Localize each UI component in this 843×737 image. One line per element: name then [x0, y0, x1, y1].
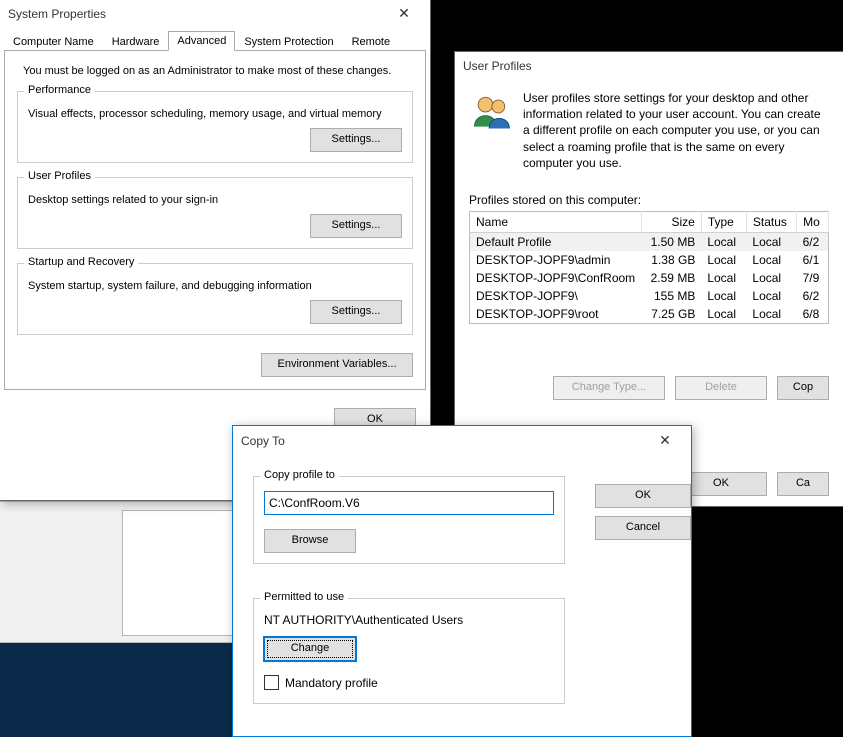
cell-size: 7.25 GB [641, 305, 701, 324]
close-icon[interactable]: ✕ [384, 3, 424, 25]
group-performance: Performance Visual effects, processor sc… [17, 91, 413, 163]
cell-name: Default Profile [470, 232, 642, 251]
close-icon[interactable]: ✕ [645, 430, 685, 452]
window-copy-to: Copy To ✕ Copy profile to Browse Permitt… [232, 425, 692, 737]
group-copy-profile-to: Copy profile to Browse [253, 476, 565, 564]
background-panel [122, 510, 234, 636]
table-row[interactable]: DESKTOP-JOPF9\ConfRoom2.59 MBLocalLocal7… [470, 269, 829, 287]
permitted-value: NT AUTHORITY\Authenticated Users [264, 613, 554, 627]
tab-remote[interactable]: Remote [343, 32, 400, 51]
tab-computer-name[interactable]: Computer Name [4, 32, 103, 51]
legend-user-profiles: User Profiles [24, 170, 95, 182]
tabs-system-properties: Computer Name Hardware Advanced System P… [0, 28, 430, 50]
cell-size: 2.59 MB [641, 269, 701, 287]
group-user-profiles: User Profiles Desktop settings related t… [17, 177, 413, 249]
title-copy-to: Copy To [241, 434, 645, 448]
titlebar-user-profiles[interactable]: User Profiles [455, 52, 843, 80]
group-startup-recovery: Startup and Recovery System startup, sys… [17, 263, 413, 335]
table-row[interactable]: DESKTOP-JOPF9\155 MBLocalLocal6/2 [470, 287, 829, 305]
desc-startup: System startup, system failure, and debu… [28, 280, 402, 292]
tab-advanced[interactable]: Advanced [168, 31, 235, 51]
mandatory-profile-label: Mandatory profile [285, 676, 378, 690]
desc-performance: Visual effects, processor scheduling, me… [28, 108, 402, 120]
tab-hardware[interactable]: Hardware [103, 32, 169, 51]
cell-size: 155 MB [641, 287, 701, 305]
cell-modified: 6/1 [797, 251, 829, 269]
profile-path-input[interactable] [264, 491, 554, 515]
legend-copy-profile-to: Copy profile to [260, 469, 339, 481]
user-profiles-description: User profiles store settings for your de… [523, 90, 829, 171]
col-size[interactable]: Size [641, 211, 701, 232]
cell-type: Local [701, 305, 746, 324]
copyto-cancel-button[interactable]: Cancel [595, 516, 691, 540]
cell-type: Local [701, 251, 746, 269]
cell-status: Local [746, 251, 796, 269]
titlebar-copy-to[interactable]: Copy To ✕ [233, 426, 691, 456]
col-modified[interactable]: Mo [797, 211, 829, 232]
tab-system-protection[interactable]: System Protection [235, 32, 342, 51]
profiles-table[interactable]: Name Size Type Status Mo Default Profile… [469, 211, 829, 324]
cell-size: 1.38 GB [641, 251, 701, 269]
cell-modified: 6/2 [797, 232, 829, 251]
col-status[interactable]: Status [746, 211, 796, 232]
checkbox-box[interactable] [264, 675, 279, 690]
cell-status: Local [746, 287, 796, 305]
cell-status: Local [746, 232, 796, 251]
settings-performance-button[interactable]: Settings... [310, 128, 402, 152]
settings-user-profiles-button[interactable]: Settings... [310, 214, 402, 238]
cell-modified: 6/2 [797, 287, 829, 305]
delete-button[interactable]: Delete [675, 376, 767, 400]
user-profiles-cancel-button[interactable]: Ca [777, 472, 829, 496]
col-name[interactable]: Name [470, 211, 642, 232]
cell-name: DESKTOP-JOPF9\ConfRoom [470, 269, 642, 287]
stored-label: Profiles stored on this computer: [469, 193, 829, 207]
desc-user-profiles: Desktop settings related to your sign-in [28, 194, 402, 206]
cell-status: Local [746, 269, 796, 287]
tabpanel-advanced: You must be logged on as an Administrato… [4, 50, 426, 390]
cell-status: Local [746, 305, 796, 324]
copy-to-button[interactable]: Cop [777, 376, 829, 400]
cell-type: Local [701, 269, 746, 287]
browse-button[interactable]: Browse [264, 529, 356, 553]
table-row[interactable]: DESKTOP-JOPF9\admin1.38 GBLocalLocal6/1 [470, 251, 829, 269]
group-permitted-to-use: Permitted to use NT AUTHORITY\Authentica… [253, 598, 565, 704]
cell-name: DESKTOP-JOPF9\admin [470, 251, 642, 269]
admin-note: You must be logged on as an Administrato… [17, 61, 413, 77]
legend-performance: Performance [24, 84, 95, 96]
cell-modified: 7/9 [797, 269, 829, 287]
copyto-ok-button[interactable]: OK [595, 484, 691, 508]
cell-name: DESKTOP-JOPF9\root [470, 305, 642, 324]
titlebar-system-properties[interactable]: System Properties ✕ [0, 0, 430, 28]
table-row[interactable]: DESKTOP-JOPF9\root7.25 GBLocalLocal6/8 [470, 305, 829, 324]
legend-permitted: Permitted to use [260, 591, 348, 603]
change-type-button[interactable]: Change Type... [553, 376, 665, 400]
mandatory-profile-checkbox[interactable]: Mandatory profile [264, 675, 378, 690]
cell-name: DESKTOP-JOPF9\ [470, 287, 642, 305]
cell-type: Local [701, 232, 746, 251]
title-user-profiles: User Profiles [463, 59, 837, 73]
table-row[interactable]: Default Profile1.50 MBLocalLocal6/2 [470, 232, 829, 251]
settings-startup-button[interactable]: Settings... [310, 300, 402, 324]
legend-startup: Startup and Recovery [24, 256, 138, 268]
title-system-properties: System Properties [8, 7, 384, 21]
environment-variables-button[interactable]: Environment Variables... [261, 353, 413, 377]
change-button[interactable]: Change [264, 637, 356, 661]
cell-modified: 6/8 [797, 305, 829, 324]
cell-type: Local [701, 287, 746, 305]
col-type[interactable]: Type [701, 211, 746, 232]
cell-size: 1.50 MB [641, 232, 701, 251]
users-icon [469, 90, 513, 134]
